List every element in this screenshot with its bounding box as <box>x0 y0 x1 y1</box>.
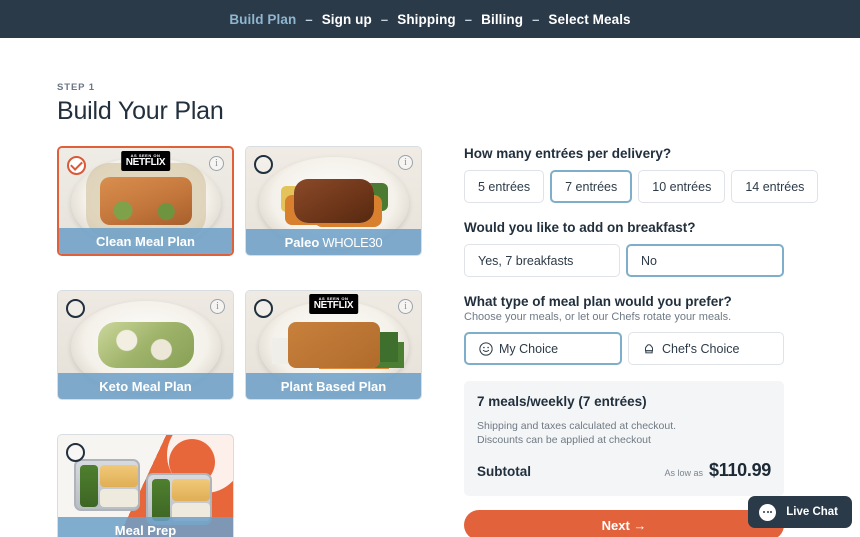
plan-card-label: Plant Based Plan <box>246 373 421 399</box>
meal-type-option-label: My Choice <box>499 341 559 356</box>
tray-shape <box>74 459 140 511</box>
entrees-options: 5 entrées 7 entrées 10 entrées 14 entrée… <box>464 170 819 203</box>
step-indicator: STEP 1 <box>57 82 95 93</box>
breadcrumb: Build Plan – Sign up – Shipping – Billin… <box>229 12 630 27</box>
plan-select-radio[interactable] <box>66 299 85 318</box>
summary-title: 7 meals/weekly (7 entrées) <box>477 394 647 409</box>
subtotal-label: Subtotal <box>477 464 531 479</box>
plan-card-label: Paleo WHOLE30 <box>246 229 421 255</box>
plan-card-clean-meal-plan[interactable]: AS SEEN ON NETFLIX i Clean Meal Plan <box>57 146 234 256</box>
summary-subtotal-row: Subtotal As low as $110.99 <box>477 460 771 481</box>
entrees-option-7[interactable]: 7 entrées <box>550 170 633 203</box>
plan-card-label: Clean Meal Plan <box>59 228 232 254</box>
meal-plan-card-grid: AS SEEN ON NETFLIX i Clean Meal Plan i P… <box>57 146 422 537</box>
price-group: As low as $110.99 <box>665 460 772 481</box>
entrees-question: How many entrées per delivery? <box>464 146 672 161</box>
plan-card-label: Meal Prep <box>58 517 233 537</box>
plan-select-radio[interactable] <box>67 156 86 175</box>
veg-shape <box>80 465 98 507</box>
live-chat-label: Live Chat <box>786 506 838 518</box>
meal-type-subtitle: Choose your meals, or let our Chefs rota… <box>464 311 732 323</box>
breakfast-option-no[interactable]: No <box>626 244 784 277</box>
food-shape <box>293 179 374 223</box>
progress-nav-bar: Build Plan – Sign up – Shipping – Billin… <box>0 0 860 38</box>
netflix-badge-line2: NETFLIX <box>125 157 166 168</box>
summary-notes: Shipping and taxes calculated at checkou… <box>477 420 771 446</box>
plan-card-meal-prep[interactable]: Meal Prep <box>57 434 234 537</box>
plan-select-radio[interactable] <box>254 299 273 318</box>
chicken-shape <box>100 465 138 487</box>
food-shape <box>97 322 194 368</box>
entrees-section: How many entrées per delivery? 5 entrées… <box>464 146 819 203</box>
info-icon[interactable]: i <box>210 299 225 314</box>
plan-card-keto-meal-plan[interactable]: i Keto Meal Plan <box>57 290 234 400</box>
nav-step-build-plan[interactable]: Build Plan <box>229 12 296 27</box>
info-icon[interactable]: i <box>398 299 413 314</box>
nav-separator: – <box>305 11 313 27</box>
nav-step-billing[interactable]: Billing <box>481 12 523 27</box>
plan-card-plant-based-plan[interactable]: AS SEEN ON NETFLIX i Plant Based Plan <box>245 290 422 400</box>
food-shape <box>99 177 192 225</box>
netflix-badge: AS SEEN ON NETFLIX <box>308 294 359 314</box>
entrees-option-14[interactable]: 14 entrées <box>731 170 819 203</box>
chicken-shape <box>172 479 210 501</box>
subtotal-price: $110.99 <box>709 460 771 480</box>
as-low-as-label: As low as <box>664 468 704 478</box>
info-icon[interactable]: i <box>398 155 413 170</box>
nav-step-select-meals[interactable]: Select Meals <box>548 12 630 27</box>
plan-card-label-badge: WHOLE30 <box>322 234 383 250</box>
meal-type-option-my-choice[interactable]: My Choice <box>464 332 622 365</box>
info-icon[interactable]: i <box>209 156 224 171</box>
breakfast-option-yes[interactable]: Yes, 7 breakfasts <box>464 244 620 277</box>
entrees-option-5[interactable]: 5 entrées <box>464 170 545 203</box>
nav-separator: – <box>380 11 389 27</box>
chef-hat-icon <box>642 342 656 356</box>
next-button[interactable]: Next → <box>464 510 784 537</box>
meal-type-option-chefs-choice[interactable]: Chef's Choice <box>628 332 784 365</box>
meal-type-options: My Choice Chef's Choice <box>464 332 784 365</box>
live-chat-widget[interactable]: Live Chat <box>748 496 852 528</box>
plan-select-radio[interactable] <box>254 155 273 174</box>
breakfast-question: Would you like to add on breakfast? <box>464 220 696 235</box>
content-columns: AS SEEN ON NETFLIX i Clean Meal Plan i P… <box>57 146 860 537</box>
plan-select-radio[interactable] <box>66 443 85 462</box>
nav-step-shipping[interactable]: Shipping <box>397 12 456 27</box>
chat-bubble-icon <box>759 503 777 521</box>
smiley-icon <box>479 341 493 356</box>
nav-step-sign-up[interactable]: Sign up <box>322 12 372 27</box>
meal-type-section: What type of meal plan would you prefer?… <box>464 294 784 365</box>
breakfast-options: Yes, 7 breakfasts No <box>464 244 784 277</box>
entrees-option-10[interactable]: 10 entrées <box>638 170 726 203</box>
breakfast-section: Would you like to add on breakfast? Yes,… <box>464 220 784 277</box>
plan-card-label: Keto Meal Plan <box>58 373 233 399</box>
options-column: How many entrées per delivery? 5 entrées… <box>464 146 819 537</box>
nav-separator: – <box>532 11 540 27</box>
plan-card-label-text: Paleo <box>284 234 320 250</box>
summary-note-shipping: Shipping and taxes calculated at checkou… <box>477 420 677 432</box>
food-shape <box>287 322 380 368</box>
page-title: Build Your Plan <box>57 97 224 125</box>
page-body: STEP 1 Build Your Plan AS SEEN ON NETFLI… <box>0 38 860 537</box>
veg-shape <box>152 479 170 521</box>
summary-note-discounts: Discounts can be applied at checkout <box>477 434 651 446</box>
meal-type-question: What type of meal plan would you prefer? <box>464 294 732 309</box>
plan-card-paleo-whole30[interactable]: i Paleo WHOLE30 <box>245 146 422 256</box>
order-summary: 7 meals/weekly (7 entrées) Shipping and … <box>464 381 784 496</box>
netflix-badge: AS SEEN ON NETFLIX <box>120 151 171 171</box>
nav-separator: – <box>464 11 473 27</box>
netflix-badge-line2: NETFLIX <box>313 300 354 311</box>
rice-shape <box>100 489 138 507</box>
meal-type-option-label: Chef's Choice <box>662 341 740 356</box>
